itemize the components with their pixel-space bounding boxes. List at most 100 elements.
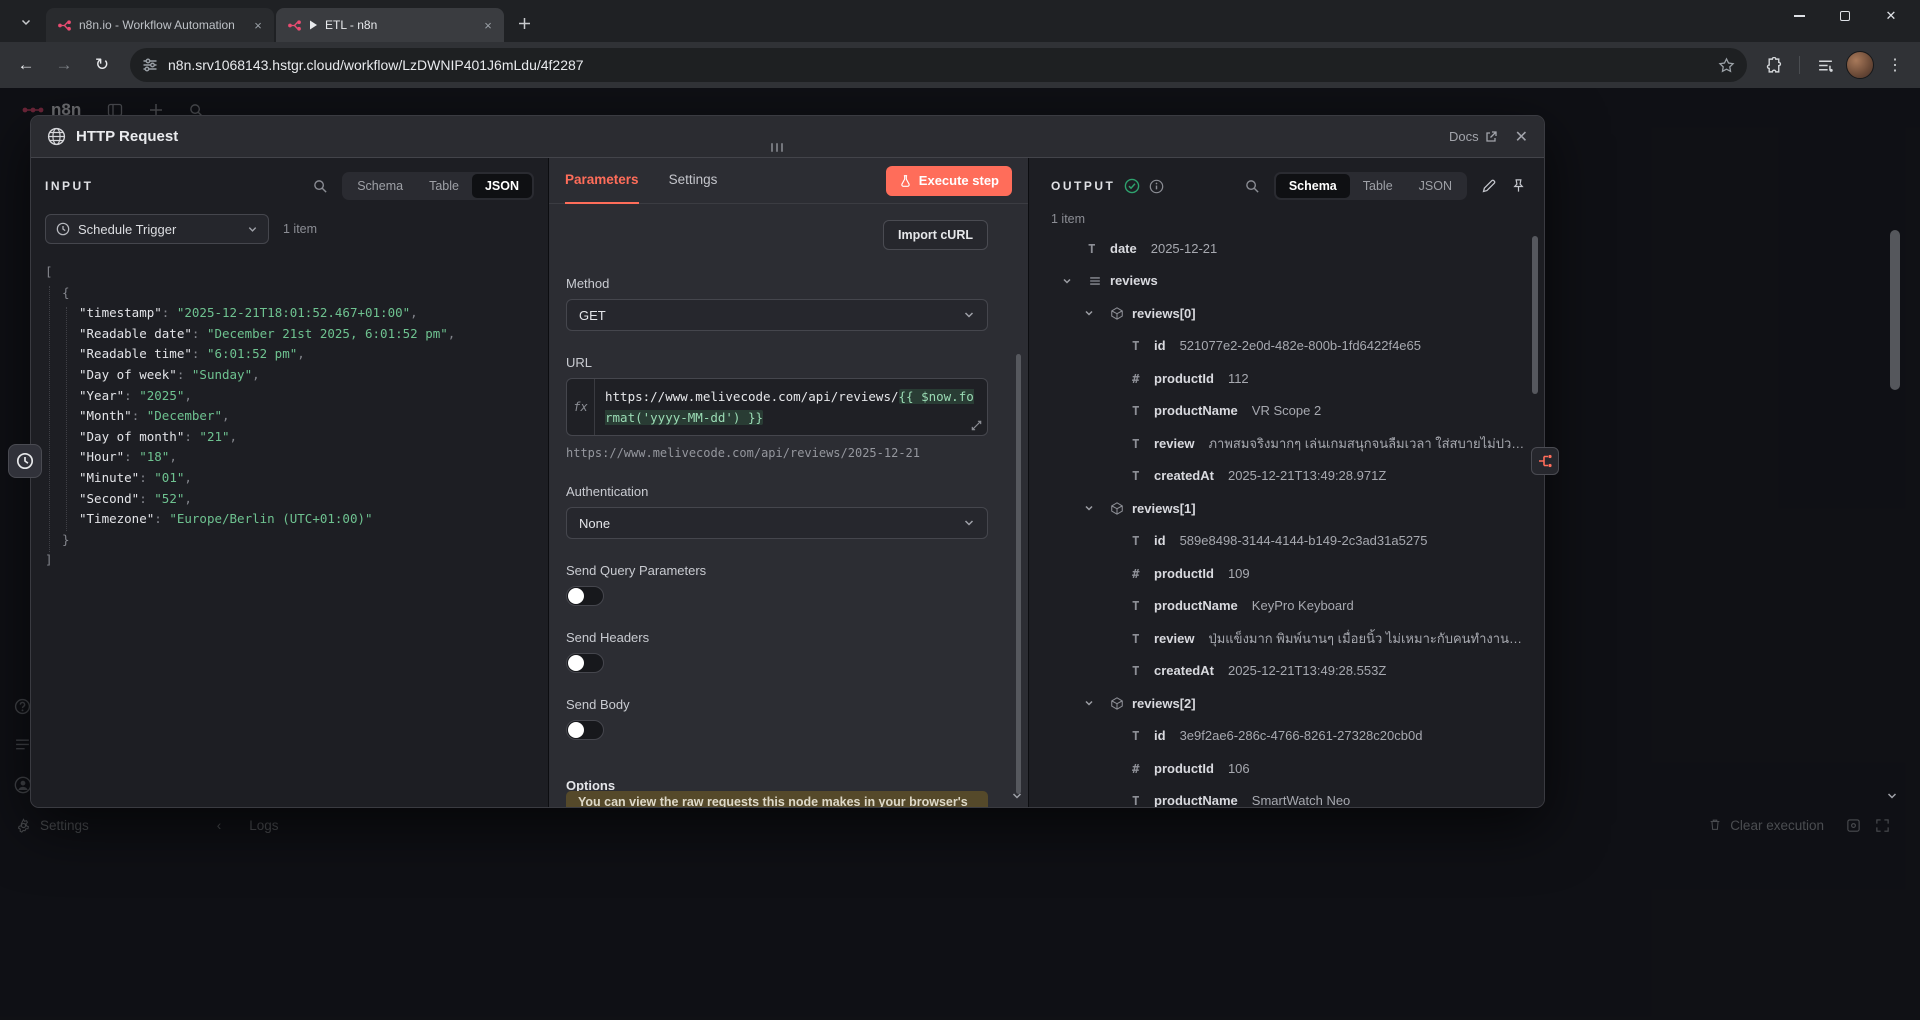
tab-close-icon[interactable]: × xyxy=(480,17,496,33)
extensions-puzzle-icon[interactable] xyxy=(1759,50,1789,80)
chevron-down-icon[interactable] xyxy=(1083,502,1110,514)
address-bar[interactable]: n8n.srv1068143.hstgr.cloud/workflow/LzDW… xyxy=(130,48,1747,82)
output-tree-row[interactable]: TcreatedAt2025-12-21T13:49:28.553Z xyxy=(1051,655,1526,688)
output-tree-row[interactable]: reviews[2] xyxy=(1051,687,1526,720)
output-tree-row[interactable]: TproductNameVR Scope 2 xyxy=(1051,395,1526,428)
window-minimize-button[interactable] xyxy=(1776,0,1822,32)
chevron-down-icon[interactable] xyxy=(1083,307,1110,319)
reload-button[interactable]: ↻ xyxy=(86,49,118,81)
new-tab-button[interactable] xyxy=(510,9,538,37)
pin-icon[interactable] xyxy=(1511,178,1526,194)
output-tree-row[interactable]: TcreatedAt2025-12-21T13:49:28.971Z xyxy=(1051,460,1526,493)
output-tree-row[interactable]: #productId112 xyxy=(1051,362,1526,395)
tab-json[interactable]: JSON xyxy=(1406,174,1465,198)
tab-table[interactable]: Table xyxy=(1350,174,1406,198)
search-icon[interactable] xyxy=(313,179,328,194)
output-tree-row[interactable]: Tid521077e2-2e0d-482e-800b-1fd6422f4e65 xyxy=(1051,330,1526,363)
site-info-tune-icon[interactable] xyxy=(142,57,158,73)
search-icon[interactable] xyxy=(1245,179,1260,194)
execute-step-button[interactable]: Execute step xyxy=(886,166,1012,196)
tab-json[interactable]: JSON xyxy=(472,174,532,198)
back-button[interactable]: ← xyxy=(10,49,42,81)
output-connection-stub[interactable] xyxy=(1531,447,1559,475)
browser-tab-2-active[interactable]: ETL - n8n × xyxy=(276,8,504,42)
output-tree-row[interactable]: Treviewภาพสมจริงมากๆ เล่นเกมสนุกจนลืมเวล… xyxy=(1051,427,1526,460)
scroll-down-arrow-icon[interactable] xyxy=(1886,790,1898,802)
panel-drag-handle[interactable] xyxy=(771,143,783,152)
url-expression-text[interactable]: https://www.melivecode.com/api/reviews/{… xyxy=(595,379,987,435)
info-icon[interactable] xyxy=(1149,179,1164,194)
output-tree-row[interactable]: Treviewปุ่มแข็งมาก พิมพ์นานๆ เมื่อยนิ้ว … xyxy=(1051,622,1526,655)
json-line: { xyxy=(45,283,534,304)
params-scrollbar-thumb[interactable] xyxy=(1016,354,1021,794)
bookmark-star-icon[interactable] xyxy=(1718,57,1735,74)
authentication-label: Authentication xyxy=(566,484,988,499)
output-key: productName xyxy=(1154,793,1238,808)
chevron-down-icon xyxy=(20,16,32,28)
schedule-trigger-node-stub[interactable] xyxy=(8,444,42,478)
string-type-icon: T xyxy=(1132,338,1154,353)
page-scrollbar-thumb[interactable] xyxy=(1890,230,1900,390)
url-expression-editor[interactable]: fx https://www.melivecode.com/api/review… xyxy=(566,378,988,436)
n8n-favicon-icon xyxy=(57,18,72,33)
json-line: "Month": "December", xyxy=(45,406,534,427)
scroll-down-arrow-icon[interactable] xyxy=(1011,790,1023,802)
output-key: id xyxy=(1154,728,1166,743)
authentication-select[interactable]: None xyxy=(566,507,988,539)
json-line: "timestamp": "2025-12-21T18:01:52.467+01… xyxy=(45,303,534,324)
send-query-parameters-toggle[interactable] xyxy=(566,586,604,606)
chevron-down-icon[interactable] xyxy=(1083,697,1110,709)
maximize-icon xyxy=(1840,11,1850,21)
docs-link[interactable]: Docs xyxy=(1449,129,1497,144)
browser-menu-kebab-icon[interactable]: ⋮ xyxy=(1880,50,1910,80)
output-tree-row[interactable]: Tid589e8498-3144-4144-b149-2c3ad31a5275 xyxy=(1051,525,1526,558)
output-tree-row[interactable]: TproductNameSmartWatch Neo xyxy=(1051,785,1526,809)
forward-button[interactable]: → xyxy=(48,49,80,81)
output-tree-row[interactable]: reviews[0] xyxy=(1051,297,1526,330)
import-curl-button[interactable]: Import cURL xyxy=(883,220,988,250)
output-key: date xyxy=(1110,241,1137,256)
string-type-icon: T xyxy=(1132,468,1154,483)
tab-parameters[interactable]: Parameters xyxy=(565,158,639,204)
output-value: KeyPro Keyboard xyxy=(1252,598,1354,613)
tab-close-icon[interactable]: × xyxy=(250,17,266,33)
string-type-icon: T xyxy=(1132,436,1154,451)
chevron-down-icon[interactable] xyxy=(1061,275,1088,287)
method-select[interactable]: GET xyxy=(566,299,988,331)
input-panel-title: INPUT xyxy=(45,179,94,193)
tab-settings[interactable]: Settings xyxy=(669,158,718,204)
output-tree-row[interactable]: reviews[1] xyxy=(1051,492,1526,525)
output-tree-row[interactable]: reviews xyxy=(1051,265,1526,298)
profile-avatar[interactable] xyxy=(1846,51,1874,79)
window-maximize-button[interactable] xyxy=(1822,0,1868,32)
send-headers-toggle[interactable] xyxy=(566,653,604,673)
input-source-select[interactable]: Schedule Trigger xyxy=(45,214,269,244)
output-scrollbar-thumb[interactable] xyxy=(1532,236,1538,394)
tab-schema[interactable]: Schema xyxy=(1276,174,1350,198)
tab-schema[interactable]: Schema xyxy=(344,174,416,198)
edit-pencil-icon[interactable] xyxy=(1481,178,1497,194)
output-tree-row[interactable]: #productId106 xyxy=(1051,752,1526,785)
node-notice[interactable]: You can view the raw requests this node … xyxy=(566,791,988,807)
open-expression-editor-icon[interactable] xyxy=(970,419,983,432)
toolbar-separator xyxy=(1799,56,1800,74)
url-text: n8n.srv1068143.hstgr.cloud/workflow/LzDW… xyxy=(168,57,1708,73)
browser-tab-1[interactable]: n8n.io - Workflow Automation × xyxy=(46,8,274,42)
input-panel: INPUT Schema Table JSON xyxy=(31,158,549,807)
tab-search-button[interactable] xyxy=(12,8,40,36)
tab-table[interactable]: Table xyxy=(416,174,472,198)
send-headers-field: Send Headers xyxy=(566,630,988,673)
output-value: 3e9f2ae6-286c-4766-8261-27328c20cb0d xyxy=(1180,728,1423,743)
window-close-button[interactable]: ✕ xyxy=(1868,0,1914,32)
output-tree-row[interactable]: Tid3e9f2ae6-286c-4766-8261-27328c20cb0d xyxy=(1051,720,1526,753)
reload-icon: ↻ xyxy=(95,55,109,75)
json-line: "Year": "2025", xyxy=(45,386,534,407)
node-connector-icon xyxy=(1536,452,1554,470)
send-body-toggle[interactable] xyxy=(566,720,604,740)
output-tree-row[interactable]: #productId109 xyxy=(1051,557,1526,590)
number-type-icon: # xyxy=(1132,566,1154,581)
output-tree-row[interactable]: Tdate2025-12-21 xyxy=(1051,232,1526,265)
media-controls-icon[interactable] xyxy=(1810,50,1840,80)
modal-close-button[interactable]: ✕ xyxy=(1515,127,1528,147)
output-tree-row[interactable]: TproductNameKeyPro Keyboard xyxy=(1051,590,1526,623)
